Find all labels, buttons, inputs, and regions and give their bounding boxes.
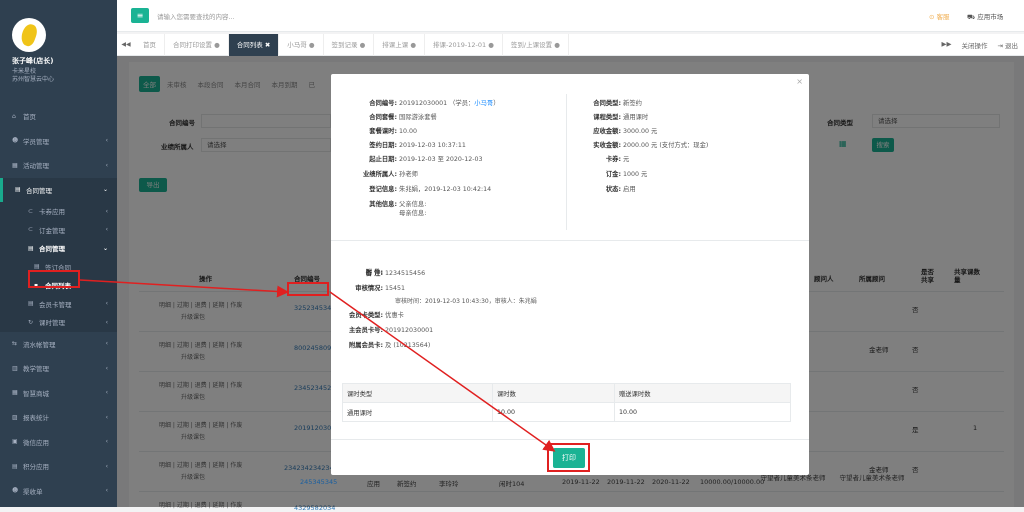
annotation-arrows [79, 279, 556, 452]
